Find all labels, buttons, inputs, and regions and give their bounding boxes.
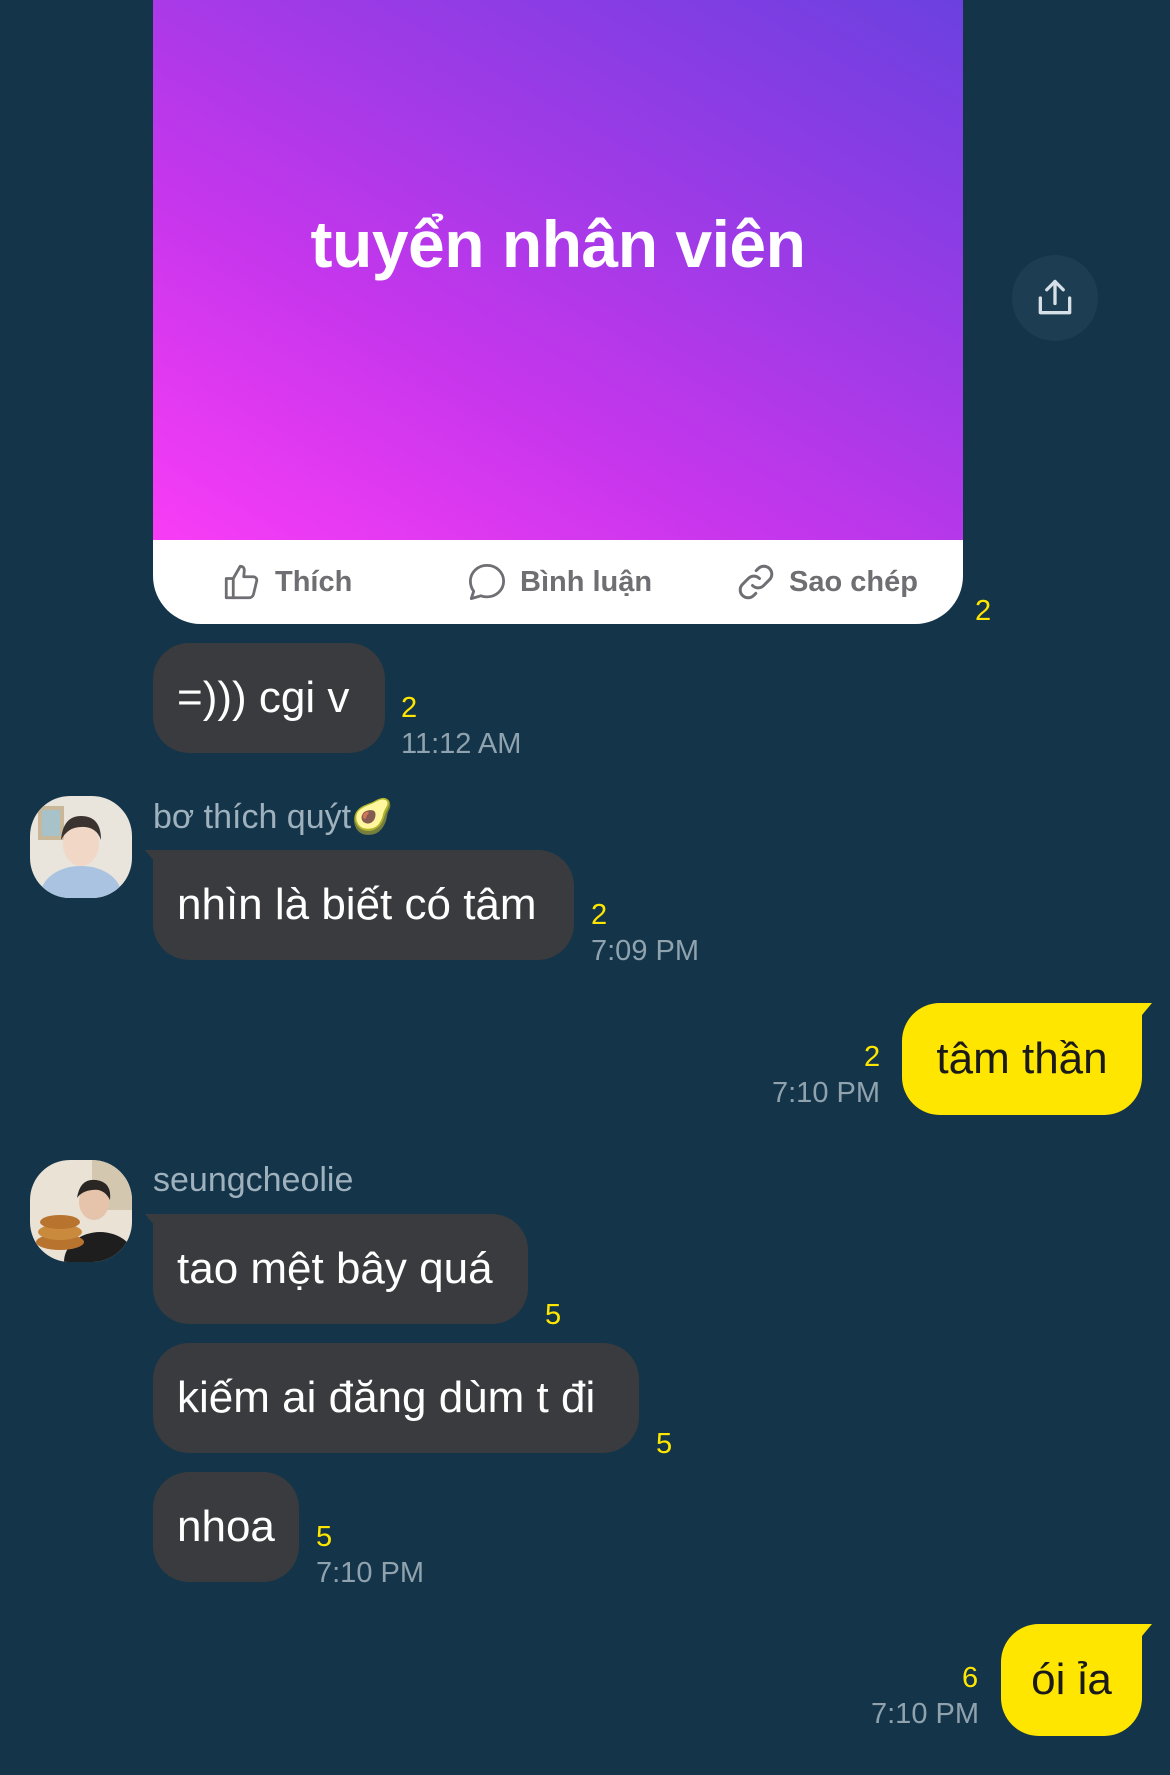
- message-text: =))) cgi v: [177, 673, 350, 722]
- message-bubble[interactable]: kiếm ai đăng dùm t đi: [153, 1343, 639, 1453]
- copy-label: Sao chép: [789, 565, 918, 598]
- message-text: kiếm ai đăng dùm t đi: [177, 1373, 596, 1422]
- read-count: 2: [401, 692, 418, 724]
- comment-button[interactable]: Bình luận: [466, 540, 652, 624]
- timestamp: 11:12 AM: [401, 728, 522, 760]
- avatar[interactable]: [30, 1160, 132, 1262]
- message-bubble[interactable]: =))) cgi v: [153, 643, 385, 753]
- my-message-bubble[interactable]: tâm thần: [902, 1003, 1152, 1115]
- message-text: nhìn là biết có tâm: [177, 880, 537, 929]
- timestamp: 7:10 PM: [316, 1557, 424, 1589]
- read-count: 2: [864, 1041, 881, 1073]
- comment-label: Bình luận: [520, 565, 653, 598]
- read-count: 5: [656, 1428, 673, 1460]
- message-bubble[interactable]: nhoa: [153, 1472, 299, 1582]
- sender-name: seungcheolie: [153, 1161, 354, 1199]
- read-count: 2: [975, 595, 992, 627]
- timestamp: 7:10 PM: [871, 1698, 979, 1730]
- message-bubble[interactable]: tao mệt bây quá: [145, 1214, 528, 1324]
- read-count: 5: [545, 1299, 562, 1331]
- timestamp: 7:09 PM: [591, 935, 699, 967]
- post-actions-bar: Thích Bình luận Sao chép: [153, 540, 963, 624]
- comment-bubble-icon: [468, 563, 506, 601]
- copy-link-button[interactable]: Sao chép: [735, 540, 918, 624]
- like-button[interactable]: Thích: [221, 540, 352, 624]
- read-count: 2: [591, 899, 608, 931]
- message-text: tao mệt bây quá: [177, 1244, 493, 1293]
- message-text: ói ỉa: [1031, 1655, 1112, 1704]
- thumbs-up-icon: [224, 564, 259, 600]
- read-count: 5: [316, 1521, 333, 1553]
- like-label: Thích: [275, 565, 353, 598]
- avatar[interactable]: [30, 796, 132, 898]
- post-title: tuyển nhân viên: [310, 207, 806, 281]
- link-icon: [738, 564, 774, 600]
- message-bubble[interactable]: nhìn là biết có tâm: [145, 850, 574, 960]
- shared-post-card[interactable]: tuyển nhân viên Thích Bình luận Sao chép: [153, 0, 963, 624]
- share-button[interactable]: [1012, 255, 1098, 341]
- read-count: 6: [962, 1662, 979, 1694]
- sender-name: bơ thích quýt🥑: [153, 798, 394, 836]
- my-message-bubble[interactable]: ói ỉa: [1001, 1624, 1152, 1736]
- timestamp: 7:10 PM: [772, 1077, 880, 1109]
- message-text: tâm thần: [936, 1034, 1108, 1083]
- message-text: nhoa: [177, 1502, 275, 1551]
- share-icon: [1038, 279, 1072, 315]
